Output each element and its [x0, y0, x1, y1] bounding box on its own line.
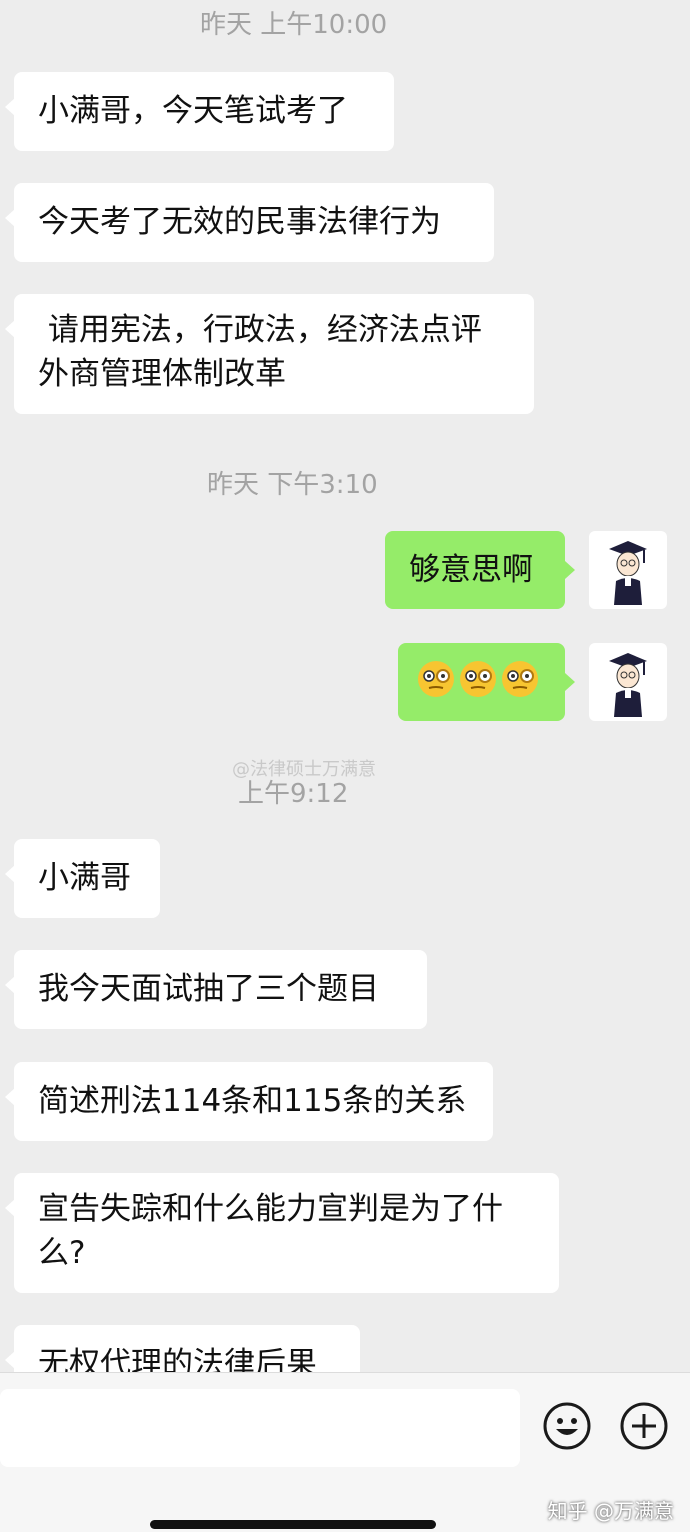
face-with-monocle-emoji — [416, 659, 456, 711]
plus-icon — [620, 1402, 668, 1450]
message-bubble-incoming[interactable]: 简述刑法114条和115条的关系 — [5, 1062, 493, 1141]
user-avatar[interactable] — [589, 531, 667, 609]
message-text: 小满哥，今天笔试考了 — [38, 93, 348, 129]
message-bubble-incoming[interactable]: 小满哥 — [5, 839, 160, 918]
message-bubble-incoming[interactable]: 宣告失踪和什么能力宣判是为了什 么? — [5, 1173, 559, 1293]
message-text: 我今天面试抽了三个题目 — [38, 971, 379, 1007]
message-bubble-outgoing[interactable]: 够意思啊 — [385, 531, 575, 609]
message-bubble-incoming[interactable]: 今天考了无效的民事法律行为 — [5, 183, 494, 262]
message-bubble-outgoing[interactable] — [398, 643, 575, 721]
message-text: 今天考了无效的民事法律行为 — [38, 204, 441, 240]
graduate-avatar-icon — [609, 653, 647, 717]
timestamp-2: 昨天 下午3:10 — [207, 470, 378, 500]
face-with-monocle-emoji — [500, 659, 540, 711]
timestamp-1: 昨天 上午10:00 — [200, 10, 388, 40]
message-text: 够意思啊 — [409, 552, 533, 588]
message-text: 小满哥 — [38, 860, 131, 896]
message-bubble-incoming[interactable]: 小满哥，今天笔试考了 — [5, 72, 394, 151]
smiley-icon — [543, 1402, 591, 1450]
message-input[interactable] — [0, 1389, 520, 1467]
message-text-line: 请用宪法，行政法，经济法点评 — [38, 312, 482, 348]
emoji-button[interactable] — [542, 1401, 592, 1451]
message-text-line: 外商管理体制改革 — [38, 356, 286, 392]
face-with-monocle-emoji — [458, 659, 498, 711]
chat-input-bar: 知乎 @万满意 — [0, 1372, 690, 1532]
message-text: 简述刑法114条和115条的关系 — [38, 1083, 467, 1119]
timestamp-3: 上午9:12 — [238, 779, 349, 809]
message-bubble-incoming[interactable]: 请用宪法，行政法，经济法点评 外商管理体制改革 — [5, 294, 534, 414]
home-indicator[interactable] — [150, 1520, 436, 1529]
message-text-line: 宣告失踪和什么能力宣判是为了什 — [38, 1191, 503, 1227]
user-avatar[interactable] — [589, 643, 667, 721]
message-bubble-incoming[interactable]: 我今天面试抽了三个题目 — [5, 950, 427, 1029]
site-watermark: 知乎 @万满意 — [547, 1499, 674, 1523]
graduate-avatar-icon — [609, 541, 647, 605]
message-text-line: 么? — [38, 1235, 86, 1271]
more-button[interactable] — [619, 1401, 669, 1451]
